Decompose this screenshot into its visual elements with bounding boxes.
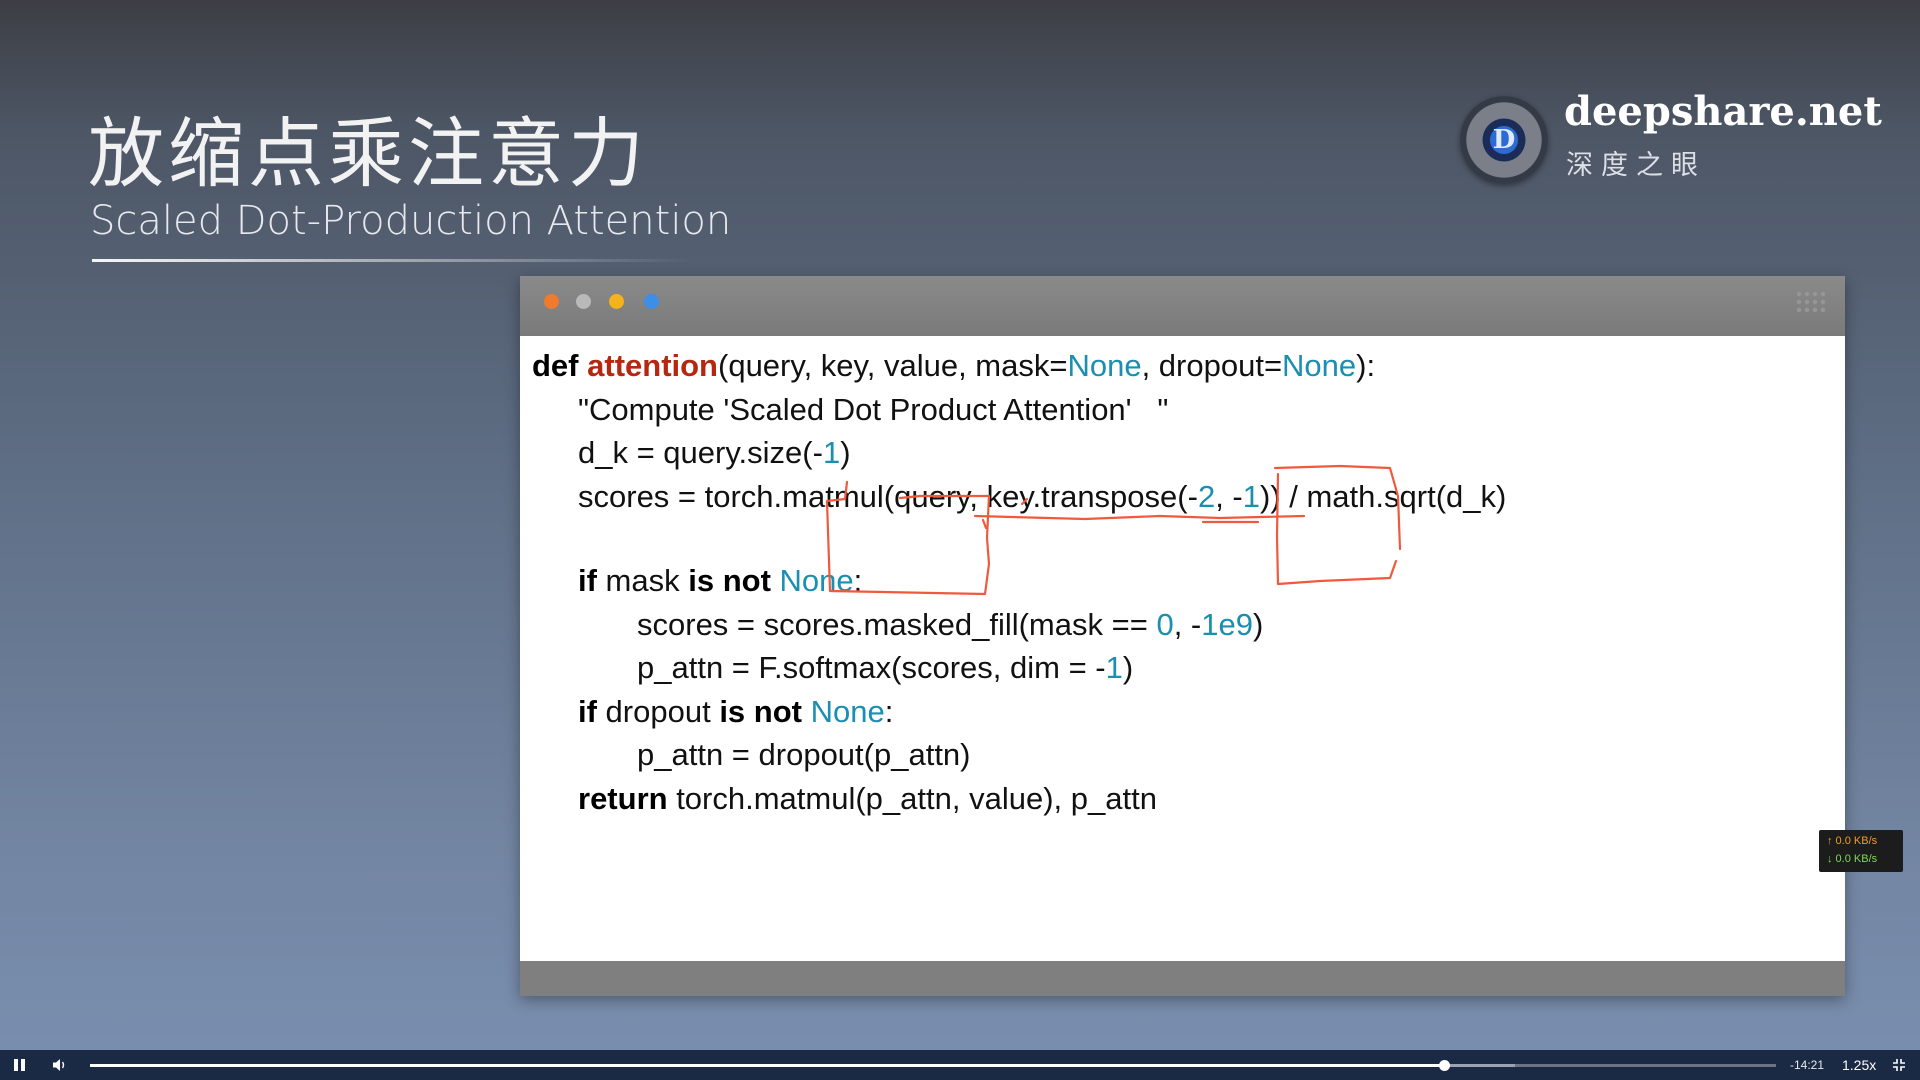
brand-logo-letter: D bbox=[1492, 125, 1516, 155]
seek-bar[interactable] bbox=[90, 1060, 1776, 1071]
brand-subtitle: 深度之眼 bbox=[1566, 150, 1706, 181]
network-speed-overlay: ↑ 0.0 KB/s ↓ 0.0 KB/s bbox=[1819, 830, 1903, 872]
window-dot-close bbox=[544, 294, 559, 309]
window-dot-minimize bbox=[576, 294, 591, 309]
slide-subtitle: Scaled Dot-Production Attention bbox=[90, 198, 732, 244]
time-remaining: -14:21 bbox=[1790, 1058, 1825, 1072]
handwritten-annotation bbox=[825, 464, 1402, 596]
window-dot-maximize bbox=[609, 294, 624, 309]
download-speed: ↓ 0.0 KB/s bbox=[1827, 853, 1878, 865]
fullscreen-exit-icon[interactable] bbox=[1892, 1058, 1906, 1072]
slide-title: 放缩点乘注意力 bbox=[88, 109, 648, 198]
window-footer bbox=[520, 961, 1845, 996]
seek-progress bbox=[90, 1064, 1444, 1067]
code-window: def attention(query, key, value, mask=No… bbox=[520, 276, 1845, 996]
upload-speed: ↑ 0.0 KB/s bbox=[1827, 835, 1878, 847]
brand-logo: D bbox=[1460, 96, 1548, 184]
volume-icon[interactable] bbox=[52, 1058, 68, 1072]
code-panel: def attention(query, key, value, mask=No… bbox=[520, 336, 1845, 961]
window-titlebar bbox=[520, 276, 1845, 336]
title-underline bbox=[92, 259, 692, 262]
playback-speed-button[interactable]: 1.25x bbox=[1842, 1057, 1876, 1073]
grip-icon bbox=[1795, 290, 1825, 312]
video-player-bar: -14:21 1.25x bbox=[0, 1050, 1920, 1080]
window-dot-extra bbox=[644, 294, 659, 309]
seek-thumb[interactable] bbox=[1438, 1060, 1450, 1071]
pause-icon[interactable] bbox=[14, 1059, 26, 1071]
brand-name: deepshare.net bbox=[1564, 88, 1882, 135]
